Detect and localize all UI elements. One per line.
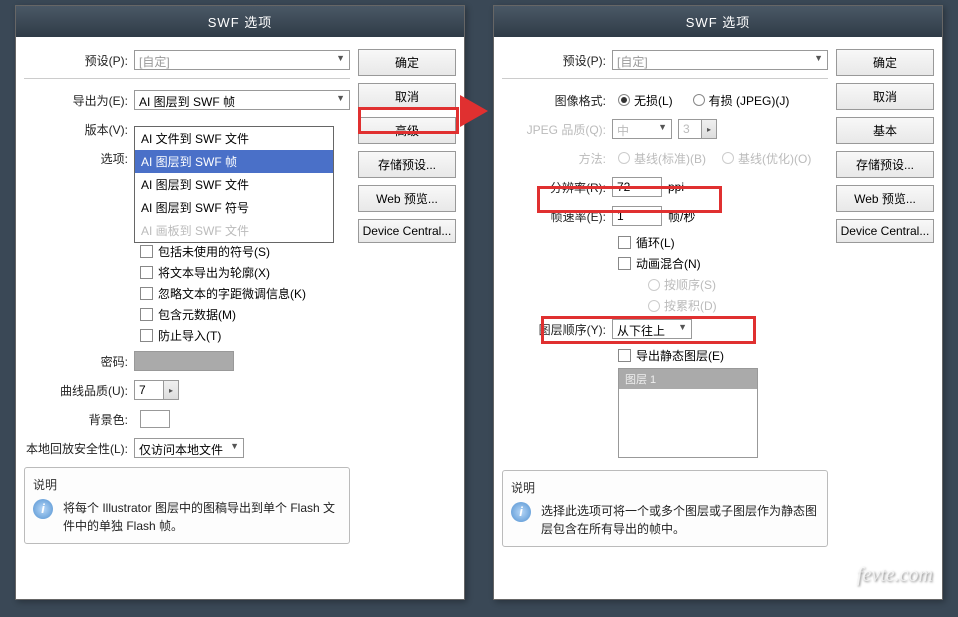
web-preview-button[interactable]: Web 预览... xyxy=(836,185,934,212)
dropdown-item-2[interactable]: AI 图层到 SWF 帧 xyxy=(135,150,333,173)
bgcolor-label: 背景色: xyxy=(24,411,134,428)
preset-label: 预设(P): xyxy=(502,52,612,69)
bgcolor-swatch[interactable] xyxy=(140,410,170,428)
metadata-checkbox[interactable] xyxy=(140,308,153,321)
framerate-unit: 帧/秒 xyxy=(668,208,695,225)
unused-symbols-checkbox[interactable] xyxy=(140,245,153,258)
dropdown-item-3[interactable]: AI 图层到 SWF 文件 xyxy=(135,173,333,196)
advanced-button[interactable]: 高级 xyxy=(358,117,456,144)
optimized-label: 基线(优化)(O) xyxy=(738,150,811,167)
cumulative-label: 按累积(D) xyxy=(664,297,717,314)
blend-label: 动画混合(N) xyxy=(636,255,701,272)
lossy-label: 有损 (JPEG)(J) xyxy=(709,92,790,109)
lossy-radio[interactable] xyxy=(693,94,705,106)
lossless-label: 无损(L) xyxy=(634,92,673,109)
swf-options-dialog-right: SWF 选项 预设(P): [自定] 图像格式: 无损(L) 有损 (JPEG)… xyxy=(493,5,943,600)
static-layers-listbox[interactable]: 图层 1 xyxy=(618,368,758,458)
description-text: 将每个 Illustrator 图层中的图稿导出到单个 Flash 文件中的单独… xyxy=(63,499,341,535)
text-outline-label: 将文本导出为轮廓(X) xyxy=(158,264,270,281)
layer-order-select[interactable]: 从下往上 xyxy=(612,319,692,339)
method-label: 方法: xyxy=(502,150,612,167)
password-input xyxy=(134,351,234,371)
jpeg-quality-spinner: ▸ xyxy=(701,119,717,139)
cancel-button[interactable]: 取消 xyxy=(836,83,934,110)
text-outline-checkbox[interactable] xyxy=(140,266,153,279)
description-box: 说明 i 将每个 Illustrator 图层中的图稿导出到单个 Flash 文… xyxy=(24,467,350,544)
device-central-button[interactable]: Device Central... xyxy=(358,219,456,243)
lossless-radio[interactable] xyxy=(618,94,630,106)
baseline-radio xyxy=(618,152,630,164)
curve-quality-label: 曲线品质(U): xyxy=(24,382,134,399)
curve-quality-input[interactable] xyxy=(134,380,164,400)
prevent-import-checkbox[interactable] xyxy=(140,329,153,342)
ignore-kerning-checkbox[interactable] xyxy=(140,287,153,300)
export-static-label: 导出静态图层(E) xyxy=(636,347,724,364)
jpeg-quality-num xyxy=(678,119,702,139)
sequence-radio xyxy=(648,279,660,291)
dialog-title: SWF 选项 xyxy=(494,6,942,37)
layer-order-label: 图层顺序(Y): xyxy=(502,321,612,338)
web-preview-button[interactable]: Web 预览... xyxy=(358,185,456,212)
version-label: 版本(V): xyxy=(24,121,134,138)
description-text: 选择此选项可将一个或多个图层或子图层作为静态图层包含在所有导出的帧中。 xyxy=(541,502,819,538)
dropdown-item-5: AI 画板到 SWF 文件 xyxy=(135,219,333,242)
preset-select[interactable]: [自定] xyxy=(134,50,350,70)
save-preset-button[interactable]: 存储预设... xyxy=(836,151,934,178)
basic-button[interactable]: 基本 xyxy=(836,117,934,144)
export-as-label: 导出为(E): xyxy=(24,92,134,109)
sequence-label: 按顺序(S) xyxy=(664,276,716,293)
cancel-button[interactable]: 取消 xyxy=(358,83,456,110)
ok-button[interactable]: 确定 xyxy=(836,49,934,76)
dialog-title: SWF 选项 xyxy=(16,6,464,37)
preset-label: 预设(P): xyxy=(24,52,134,69)
swf-options-dialog-left: SWF 选项 预设(P): [自定] 导出为(E): AI 图层到 SWF 帧 … xyxy=(15,5,465,600)
export-as-select[interactable]: AI 图层到 SWF 帧 xyxy=(134,90,350,110)
jpeg-quality-label: JPEG 品质(Q): xyxy=(502,121,612,138)
ignore-kerning-label: 忽略文本的字距微调信息(K) xyxy=(158,285,306,302)
blend-checkbox[interactable] xyxy=(618,257,631,270)
loop-label: 循环(L) xyxy=(636,234,675,251)
metadata-label: 包含元数据(M) xyxy=(158,306,236,323)
info-icon: i xyxy=(33,499,53,519)
unused-symbols-label: 包括未使用的符号(S) xyxy=(158,243,270,260)
framerate-input[interactable] xyxy=(612,206,662,226)
dropdown-item-1[interactable]: AI 文件到 SWF 文件 xyxy=(135,127,333,150)
export-static-checkbox[interactable] xyxy=(618,349,631,362)
password-label: 密码: xyxy=(24,353,134,370)
loop-checkbox[interactable] xyxy=(618,236,631,249)
curve-quality-spinner[interactable]: ▸ xyxy=(163,380,179,400)
watermark: fevte.com xyxy=(857,564,933,587)
description-title: 说明 xyxy=(33,476,341,493)
preset-select[interactable]: [自定] xyxy=(612,50,828,70)
cumulative-radio xyxy=(648,300,660,312)
device-central-button[interactable]: Device Central... xyxy=(836,219,934,243)
info-icon: i xyxy=(511,502,531,522)
local-security-select[interactable]: 仅访问本地文件 xyxy=(134,438,244,458)
dropdown-item-4[interactable]: AI 图层到 SWF 符号 xyxy=(135,196,333,219)
local-security-label: 本地回放安全性(L): xyxy=(24,440,134,457)
jpeg-quality-select: 中 xyxy=(612,119,672,139)
resolution-label: 分辨率(R): xyxy=(502,179,612,196)
image-format-label: 图像格式: xyxy=(502,92,612,109)
listbox-header: 图层 1 xyxy=(619,369,757,389)
framerate-label: 帧速率(E): xyxy=(502,208,612,225)
save-preset-button[interactable]: 存储预设... xyxy=(358,151,456,178)
arrow-icon xyxy=(460,95,488,127)
resolution-unit: ppi xyxy=(668,180,684,194)
ok-button[interactable]: 确定 xyxy=(358,49,456,76)
export-as-dropdown: AI 文件到 SWF 文件 AI 图层到 SWF 帧 AI 图层到 SWF 文件… xyxy=(134,126,334,243)
optimized-radio xyxy=(722,152,734,164)
description-box: 说明 i 选择此选项可将一个或多个图层或子图层作为静态图层包含在所有导出的帧中。 xyxy=(502,470,828,547)
resolution-input[interactable] xyxy=(612,177,662,197)
prevent-import-label: 防止导入(T) xyxy=(158,327,221,344)
baseline-label: 基线(标准)(B) xyxy=(634,150,706,167)
options-label: 选项: xyxy=(24,150,134,167)
description-title: 说明 xyxy=(511,479,819,496)
